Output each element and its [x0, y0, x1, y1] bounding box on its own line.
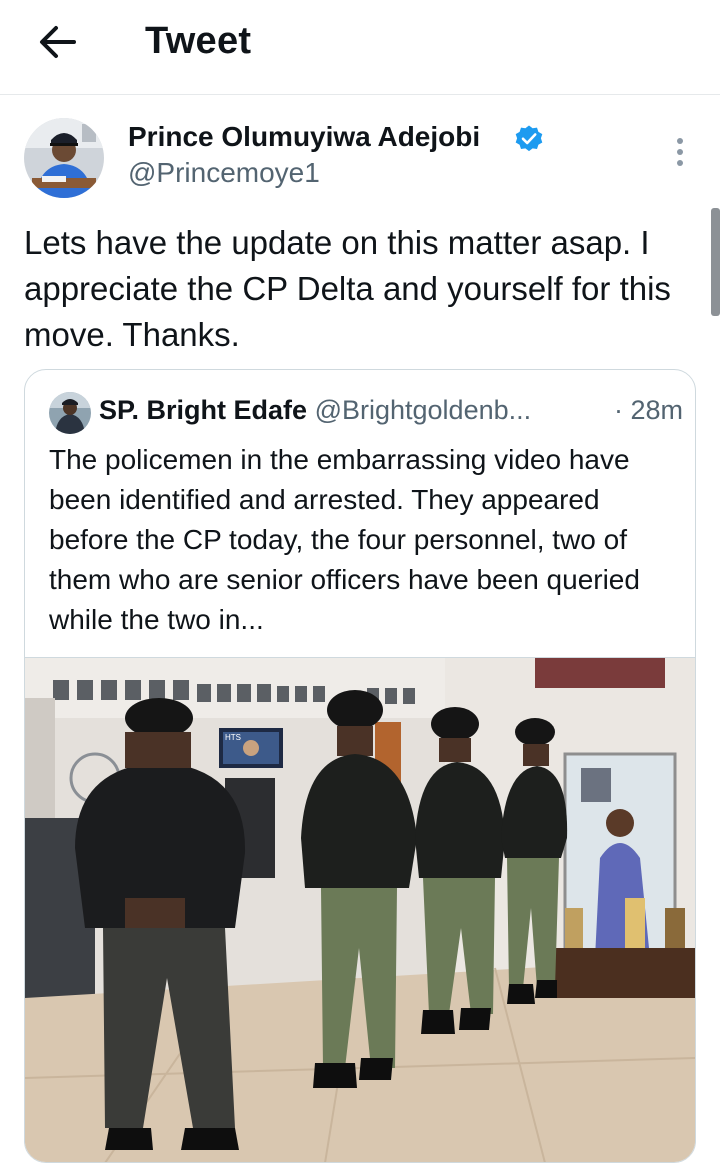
arrow-left-icon[interactable]: [36, 22, 80, 62]
tweet-text: Lets have the update on this matter asap…: [24, 224, 671, 353]
tv-caption: HTS: [225, 733, 241, 742]
quoted-author-handle[interactable]: @Brightgoldenb...: [315, 395, 532, 425]
author-name[interactable]: Prince Olumuyiwa Adejobi: [128, 121, 480, 153]
page-title: Tweet: [145, 20, 252, 62]
quoted-tweet[interactable]: SP. Bright Edafe @Brightgoldenb... · 28m…: [24, 369, 696, 1163]
quoted-timestamp: · 28m: [613, 395, 683, 425]
quoted-photo[interactable]: HTS: [25, 657, 695, 1163]
quoted-text: The policemen in the embarrassing video …: [49, 444, 640, 635]
quoted-header: SP. Bright Edafe @Brightgoldenb... · 28m: [99, 395, 689, 426]
quoted-author-avatar[interactable]: [49, 392, 91, 434]
scrollbar[interactable]: [711, 208, 720, 316]
author-avatar[interactable]: [24, 118, 104, 198]
quoted-author-name[interactable]: SP. Bright Edafe: [99, 395, 307, 425]
verified-badge-icon: [515, 125, 543, 152]
more-vertical-icon[interactable]: [666, 133, 694, 173]
author-handle[interactable]: @Princemoye1: [128, 157, 320, 189]
top-bar: Tweet: [0, 0, 720, 95]
